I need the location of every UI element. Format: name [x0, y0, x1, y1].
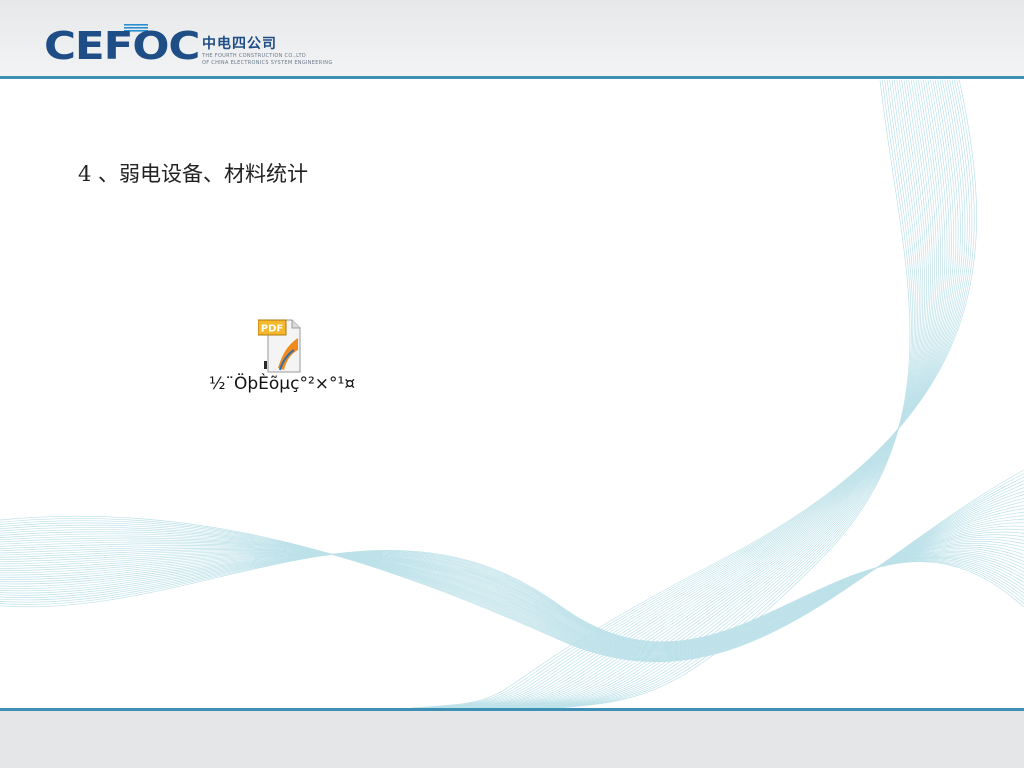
slide-footer [0, 711, 1024, 768]
wave-background [0, 79, 1024, 709]
slide-title: 4 、弱电设备、材料统计 [78, 162, 309, 186]
pdf-attachment[interactable]: PDF ½¨ÖþÈõµç°²×°¹¤ [209, 316, 355, 402]
pdf-badge: PDF [261, 324, 283, 335]
pdf-file-label[interactable]: ½¨ÖþÈõµç°²×°¹¤ [209, 374, 355, 394]
pdf-file-icon[interactable]: PDF [258, 316, 302, 374]
